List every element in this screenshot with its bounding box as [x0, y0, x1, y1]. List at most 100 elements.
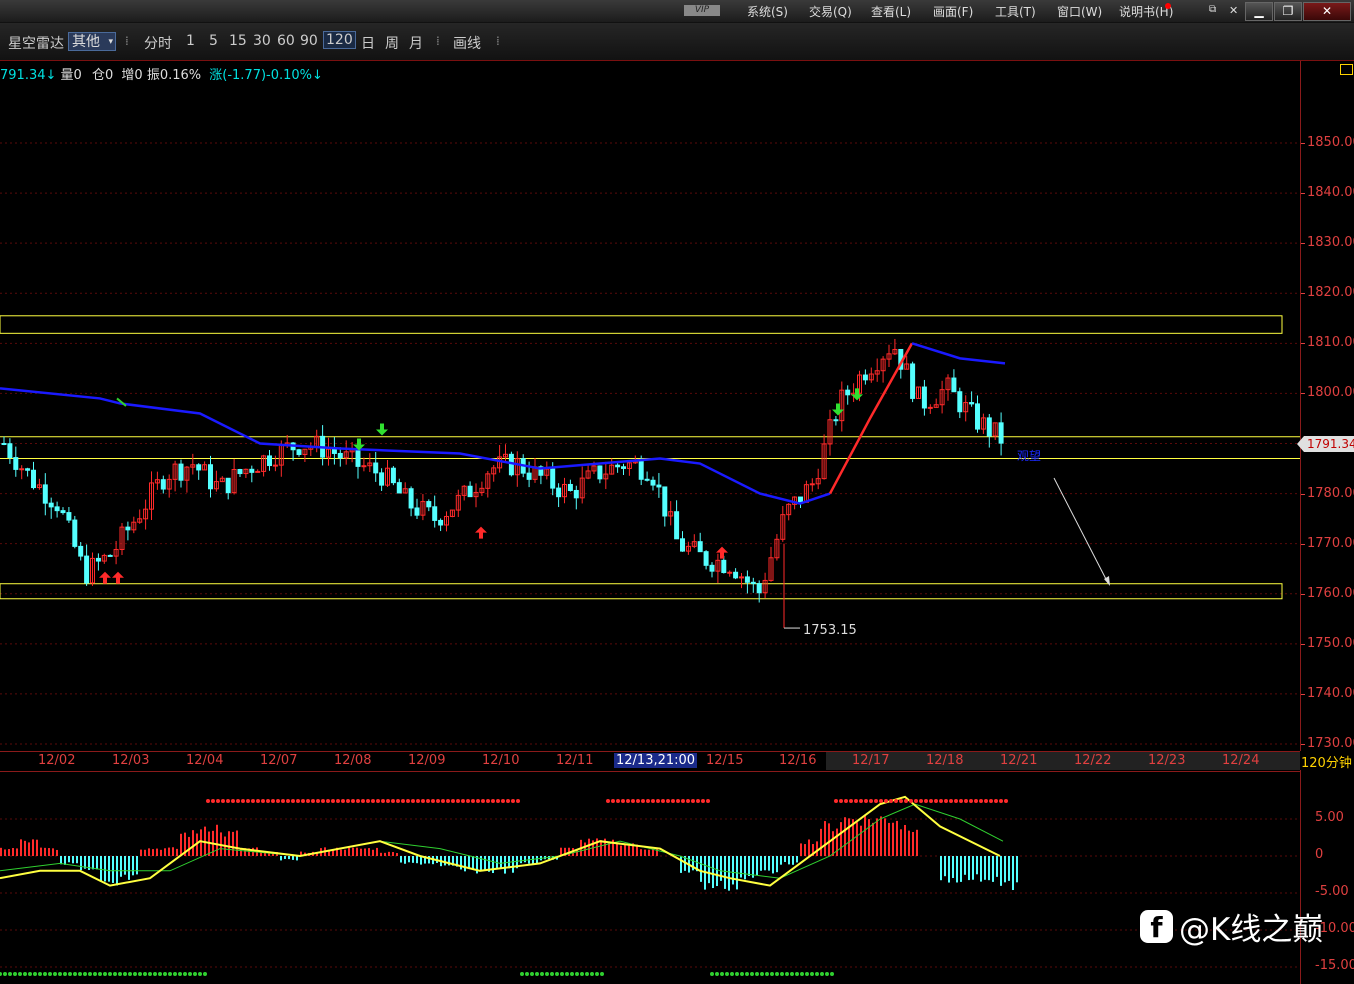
watermark-text: @K线之巅 — [1179, 911, 1324, 948]
menu-view[interactable]: 查看(L) — [871, 3, 911, 20]
macd-histogram-bar — [880, 816, 882, 856]
macd-histogram-bar — [892, 822, 894, 856]
signal-dot — [506, 799, 510, 803]
candle-down — [42, 484, 48, 504]
signal-dot — [108, 972, 112, 976]
maximize-button[interactable]: ❐ — [1274, 2, 1302, 21]
macd-histogram-bar — [968, 856, 970, 881]
period-30[interactable]: 30 — [253, 33, 271, 49]
signal-dot — [316, 799, 320, 803]
macd-histogram-bar — [700, 856, 702, 882]
candle-down — [750, 581, 756, 585]
macd-histogram-bar — [628, 845, 630, 856]
macd-histogram-bar — [756, 856, 758, 876]
period-90[interactable]: 90 — [300, 33, 318, 49]
candle-down — [969, 402, 975, 405]
signal-dot — [148, 972, 152, 976]
signal-dot — [178, 972, 182, 976]
period-minute-chart[interactable]: 分时 — [144, 33, 172, 53]
price-tick-label: 1850.00 — [1301, 135, 1354, 150]
macd-histogram-bar — [784, 856, 786, 863]
macd-histogram-bar — [492, 856, 494, 874]
candle-down — [337, 452, 343, 459]
candle-down — [390, 467, 396, 484]
macd-histogram-bar — [588, 838, 590, 856]
menu-screen[interactable]: 画面(F) — [933, 3, 973, 20]
macd-histogram-bar — [828, 823, 830, 856]
close-small-icon[interactable]: ✕ — [1229, 4, 1238, 17]
macd-histogram-bar — [868, 819, 870, 856]
candle-down — [225, 477, 231, 494]
signal-dot — [128, 972, 132, 976]
macd-histogram-bar — [728, 856, 730, 891]
period-week[interactable]: 周 — [385, 33, 399, 53]
candle-down — [66, 512, 72, 521]
signal-dot — [810, 972, 814, 976]
minimize-button[interactable]: ▁ — [1245, 2, 1273, 21]
period-15[interactable]: 15 — [229, 33, 247, 49]
period-120[interactable]: 120 — [323, 31, 356, 49]
candle-down — [438, 519, 444, 526]
macd-histogram-bar — [624, 844, 626, 856]
period-day[interactable]: 日 — [361, 33, 375, 53]
macd-histogram-bar — [356, 847, 358, 856]
signal-dot — [43, 972, 47, 976]
macd-histogram-bar — [176, 848, 178, 856]
candle-down — [697, 541, 703, 553]
signal-dot — [934, 799, 938, 803]
macd-histogram-bar — [28, 842, 30, 856]
signal-dot — [276, 799, 280, 803]
date-tick-label: 12/21 — [1000, 753, 1038, 768]
macd-indicator-panel[interactable] — [0, 771, 1300, 984]
signal-dot — [894, 799, 898, 803]
vip-badge[interactable]: VIP — [684, 5, 720, 16]
macd-histogram-bar — [876, 818, 878, 856]
macd-histogram-bar — [48, 848, 50, 856]
signal-dot — [193, 972, 197, 976]
period-5[interactable]: 5 — [209, 33, 218, 49]
macd-histogram-bar — [1012, 856, 1014, 891]
price-tick-label: 1840.00 — [1301, 185, 1354, 200]
signal-dot — [849, 799, 853, 803]
indicator-tick-label: -5.00 — [1315, 884, 1349, 899]
period-60[interactable]: 60 — [277, 33, 295, 49]
macd-histogram-bar — [792, 856, 794, 865]
signal-dot — [321, 799, 325, 803]
indicator-tick-label: -15.00 — [1315, 958, 1354, 973]
candle-down — [160, 479, 166, 490]
signal-dot — [656, 799, 660, 803]
macd-histogram-bar — [396, 853, 398, 856]
menu-trade[interactable]: 交易(Q) — [809, 3, 852, 20]
menu-system[interactable]: 系统(S) — [747, 3, 788, 20]
close-button[interactable]: ✕ — [1303, 2, 1351, 21]
candlestick-chart[interactable] — [0, 61, 1300, 751]
macd-histogram-bar — [468, 856, 470, 868]
signal-dot — [33, 972, 37, 976]
signal-dot — [590, 972, 594, 976]
date-axis: 12/02 12/03 12/04 12/07 12/08 12/09 12/10 12/11… — [0, 751, 1300, 772]
menu-window[interactable]: 窗口(W) — [1057, 3, 1102, 20]
period-1[interactable]: 1 — [186, 33, 195, 49]
candle-down — [845, 389, 851, 396]
candle-down — [396, 482, 402, 494]
menu-tools[interactable]: 工具(T) — [995, 3, 1036, 20]
indicator-tick-label: 5.00 — [1315, 810, 1344, 825]
macd-histogram-bar — [524, 856, 526, 863]
macd-histogram-bar — [20, 839, 22, 856]
signal-dot — [730, 972, 734, 976]
signal-dot — [138, 972, 142, 976]
draw-line-button[interactable]: 画线 — [453, 33, 481, 53]
category-select[interactable]: 其他 ▾ — [68, 32, 116, 51]
signal-dot — [735, 972, 739, 976]
macd-histogram-bar — [768, 856, 770, 871]
signal-dot — [361, 799, 365, 803]
signal-dot — [28, 972, 32, 976]
candle-down — [656, 484, 662, 488]
macd-histogram-bar — [284, 856, 286, 859]
macd-histogram-bar — [976, 856, 978, 875]
restore-small-icon[interactable]: ⧉ — [1209, 4, 1216, 15]
period-month[interactable]: 月 — [409, 33, 423, 53]
macd-histogram-bar — [384, 852, 386, 856]
signal-dot — [266, 799, 270, 803]
signal-dot — [113, 972, 117, 976]
